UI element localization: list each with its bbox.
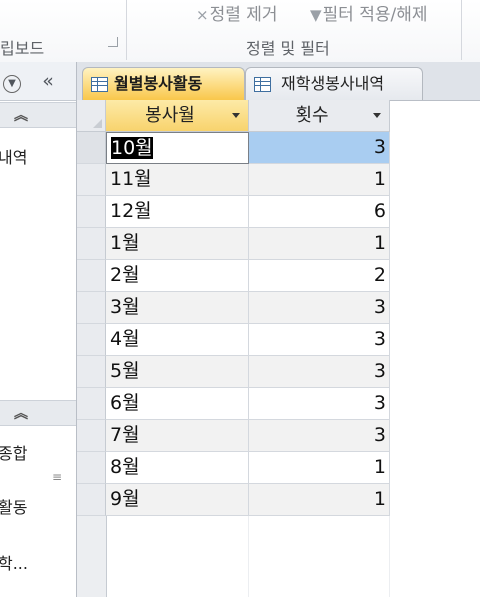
record-selector[interactable] — [77, 388, 106, 420]
navigation-pane: ▼ « ︽ 내역 ︽ 종합 활동 학... ≡ — [0, 62, 77, 597]
grid-line — [248, 516, 249, 597]
sort-filter-group-label: 정렬 및 필터 — [246, 39, 330, 58]
ribbon: ⨯정렬 제거 ▼필터 적용/해제 립보드 정렬 및 필터 — [0, 0, 480, 63]
nav-collapse-button[interactable]: « — [38, 71, 58, 91]
cell-value: 10월 — [111, 137, 153, 159]
cell-month[interactable]: 3월 — [106, 292, 249, 324]
chevron-up-icon: ︽ — [14, 108, 28, 124]
remove-sort-button[interactable]: ⨯정렬 제거 — [196, 0, 278, 25]
cell-count[interactable]: 1 — [249, 484, 390, 516]
corner-triangle-icon — [93, 119, 102, 128]
resize-grip-icon[interactable]: ≡ — [52, 470, 62, 484]
cell-value: 9월 — [110, 488, 140, 510]
cell-count[interactable]: 3 — [249, 292, 390, 324]
cell-count[interactable]: 3 — [249, 132, 390, 164]
nav-item[interactable]: 종합 — [0, 440, 27, 464]
record-selector[interactable] — [77, 420, 106, 452]
column-header-label: 횟수 — [295, 105, 329, 126]
column-header-count[interactable]: 횟수 — [249, 100, 390, 132]
column-header-month[interactable]: 봉사월 — [106, 100, 249, 132]
record-selector[interactable] — [77, 228, 106, 260]
toggle-filter-button[interactable]: ▼필터 적용/해제 — [310, 0, 428, 25]
table-icon — [254, 77, 271, 92]
chevron-down-circle-icon: ▼ — [3, 75, 21, 93]
ribbon-separator — [461, 0, 462, 60]
record-selector[interactable] — [77, 356, 106, 388]
cell-value: 1월 — [110, 232, 140, 254]
nav-item[interactable]: 활동 — [0, 494, 27, 518]
cell-value: 8월 — [110, 456, 140, 478]
cell-month[interactable]: 11월 — [106, 164, 249, 196]
dropdown-arrow-icon[interactable] — [373, 113, 381, 118]
column-header-label: 봉사월 — [145, 105, 195, 126]
cell-month[interactable]: 5월 — [106, 356, 249, 388]
empty-selector-strip — [77, 516, 107, 597]
tab-monthly-volunteer[interactable]: 월별봉사활동 — [82, 67, 245, 100]
record-selector[interactable] — [77, 452, 106, 484]
cell-value: 6월 — [110, 392, 140, 414]
cell-count[interactable]: 6 — [249, 196, 390, 228]
nav-pane-header: ▼ « — [0, 62, 76, 101]
tab-label: 월별봉사활동 — [114, 74, 203, 93]
toggle-filter-label: 필터 적용/해제 — [322, 5, 428, 25]
clipboard-group-label: 립보드 — [0, 39, 45, 58]
cell-count[interactable]: 3 — [249, 388, 390, 420]
cell-value: 11월 — [110, 168, 152, 190]
remove-sort-icon: ⨯ — [196, 6, 209, 24]
grid-line — [105, 516, 106, 597]
cell-count[interactable]: 3 — [249, 356, 390, 388]
dialog-launcher-icon[interactable] — [108, 37, 118, 47]
record-selector[interactable] — [77, 196, 106, 228]
cell-month[interactable]: 2월 — [106, 260, 249, 292]
record-selector[interactable] — [77, 292, 106, 324]
cell-value: 3월 — [110, 296, 140, 318]
cell-month[interactable]: 9월 — [106, 484, 249, 516]
cell-month[interactable]: 12월 — [106, 196, 249, 228]
cell-month[interactable]: 1월 — [106, 228, 249, 260]
nav-section-header[interactable]: ︽ — [0, 102, 76, 128]
cell-value: 5월 — [110, 360, 140, 382]
tab-label: 재학생봉사내역 — [281, 74, 385, 93]
record-selector[interactable] — [77, 164, 106, 196]
cell-value: 12월 — [110, 200, 152, 222]
document-tab-strip: 월별봉사활동 재학생봉사내역 — [77, 62, 480, 101]
funnel-icon: ▼ — [310, 6, 322, 24]
cell-count[interactable]: 1 — [249, 452, 390, 484]
cell-count[interactable]: 1 — [249, 164, 390, 196]
record-selector[interactable] — [77, 484, 106, 516]
cell-value: 4월 — [110, 328, 140, 350]
cell-count[interactable]: 1 — [249, 228, 390, 260]
cell-value: 7월 — [110, 424, 140, 446]
table-icon — [91, 77, 108, 92]
cell-count[interactable]: 2 — [249, 260, 390, 292]
dropdown-arrow-icon[interactable] — [232, 113, 240, 118]
cell-month[interactable]: 10월 — [106, 132, 249, 164]
tab-student-volunteer[interactable]: 재학생봉사내역 — [245, 67, 423, 100]
remove-sort-label: 정렬 제거 — [209, 5, 278, 25]
nav-item[interactable]: 학... — [0, 550, 28, 574]
ribbon-separator — [126, 0, 127, 60]
cell-count[interactable]: 3 — [249, 324, 390, 356]
cell-month[interactable]: 7월 — [106, 420, 249, 452]
cell-month[interactable]: 8월 — [106, 452, 249, 484]
cell-month[interactable]: 6월 — [106, 388, 249, 420]
select-all-corner[interactable] — [77, 100, 106, 132]
record-selector[interactable] — [77, 324, 106, 356]
nav-item[interactable]: 내역 — [0, 144, 27, 168]
record-selector[interactable] — [77, 132, 106, 164]
cell-month[interactable]: 4월 — [106, 324, 249, 356]
cell-count[interactable]: 3 — [249, 420, 390, 452]
document-area: 월별봉사활동 재학생봉사내역 봉사월 횟수 10월 3 11월 1 12월 6 1월 1 2월 2… — [77, 62, 480, 597]
grid-line — [389, 516, 390, 597]
chevron-up-icon: ︽ — [14, 406, 28, 422]
record-selector[interactable] — [77, 260, 106, 292]
nav-section-header[interactable]: ︽ — [0, 400, 76, 426]
cell-value: 2월 — [110, 264, 140, 286]
nav-menu-button[interactable]: ▼ — [2, 71, 22, 93]
